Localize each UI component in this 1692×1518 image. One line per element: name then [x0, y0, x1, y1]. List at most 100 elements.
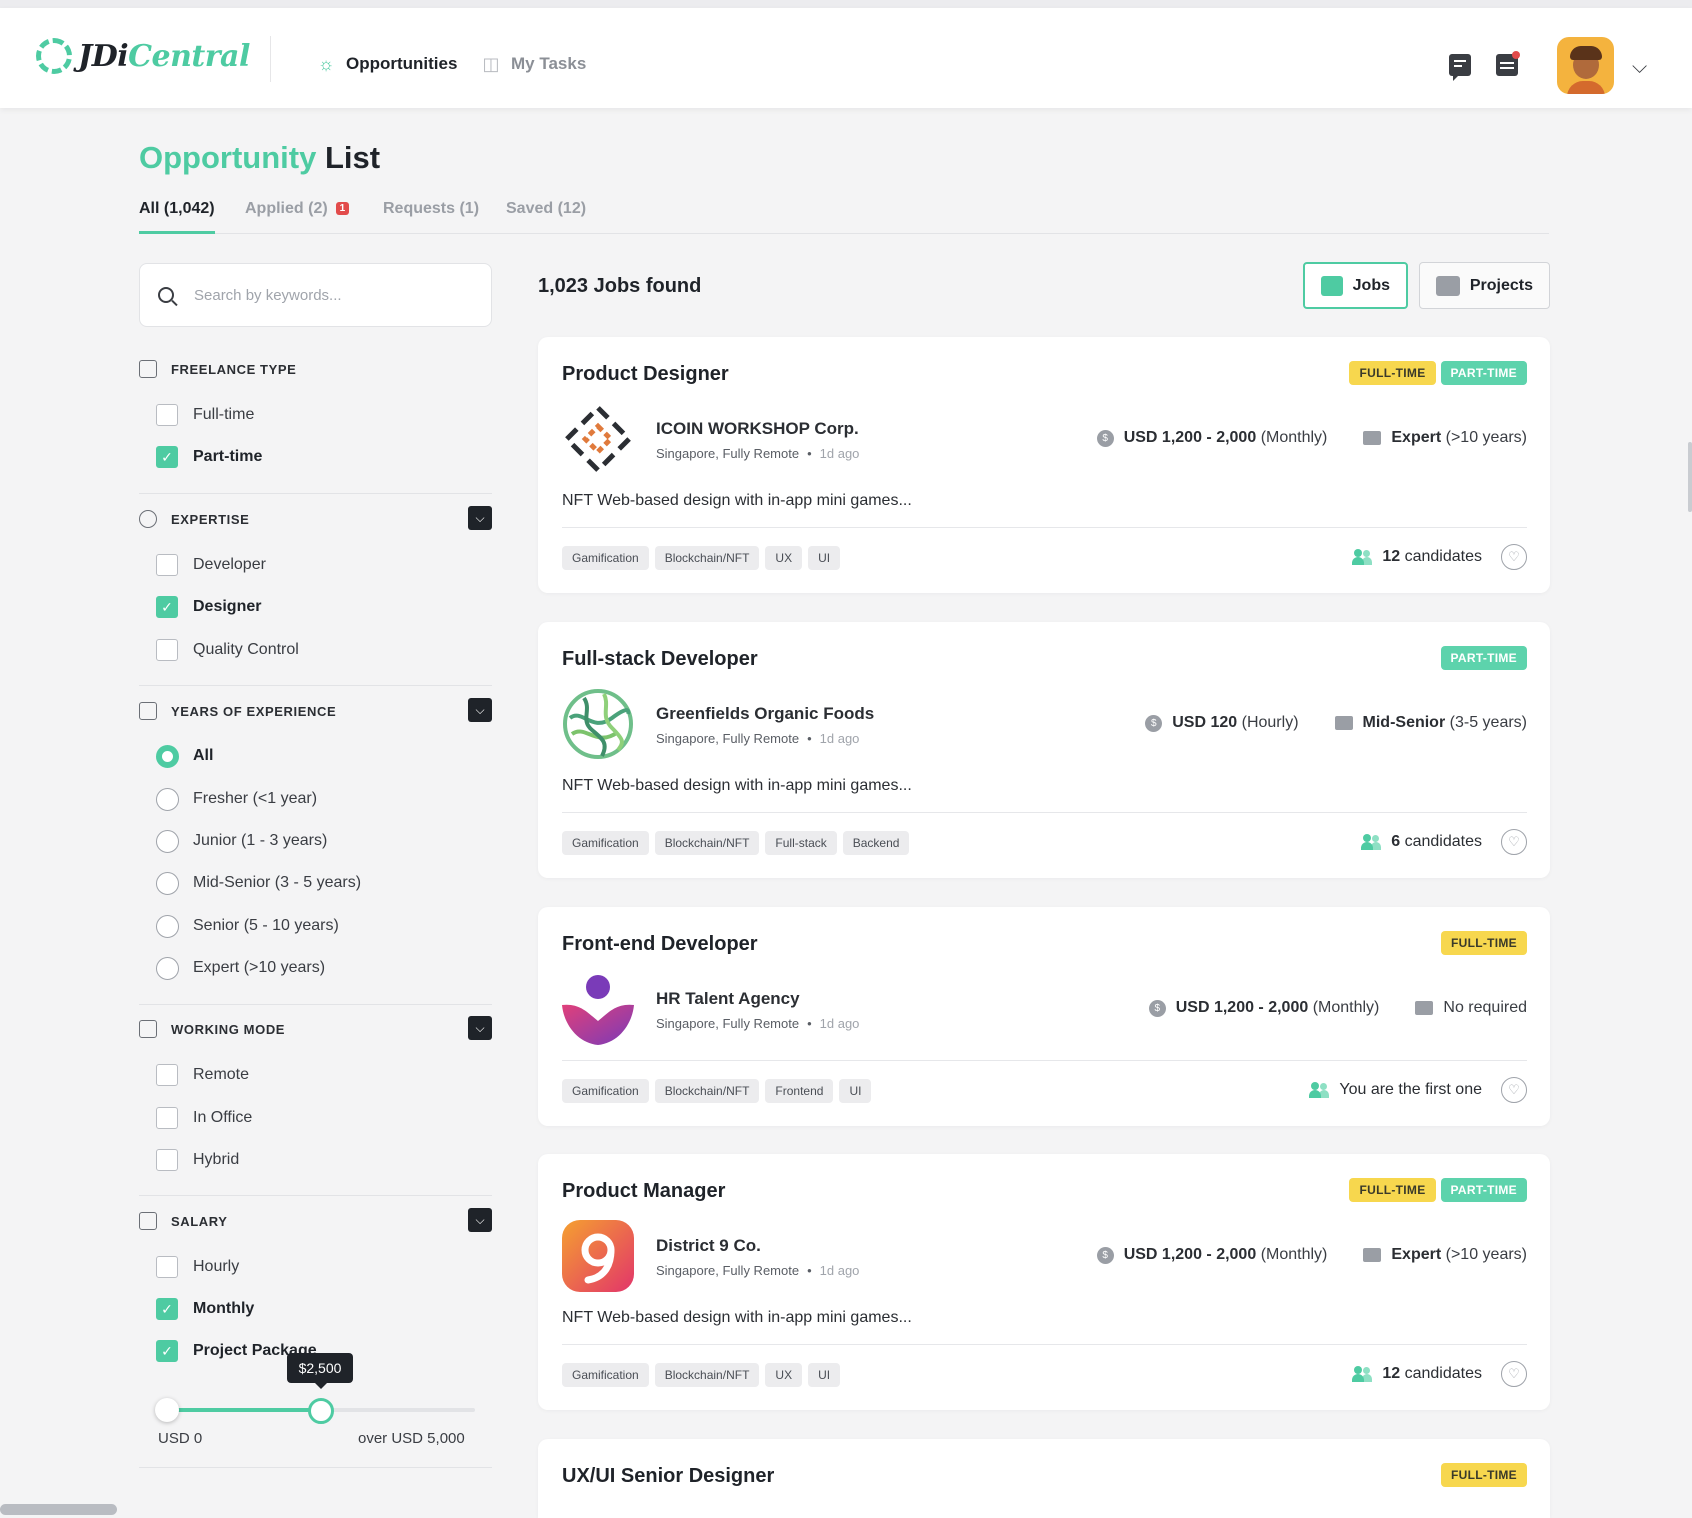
radio[interactable]	[156, 956, 179, 980]
skill-tag[interactable]: UI	[808, 546, 841, 570]
filter-developer[interactable]: Developer	[156, 554, 266, 576]
checkbox-checked[interactable]: ✓	[156, 1340, 178, 1362]
radio[interactable]	[156, 914, 179, 938]
filter-remote[interactable]: Remote	[156, 1064, 249, 1086]
skill-tag[interactable]: UX	[765, 1363, 803, 1387]
exp-expert[interactable]: Expert (>10 years)	[156, 956, 326, 980]
chevron-down-icon[interactable]: ⌵	[1632, 56, 1647, 79]
option-label: Expert (>10 years)	[193, 959, 326, 976]
job-title[interactable]: Product Manager	[562, 1180, 725, 1203]
skill-tag[interactable]: Backend	[842, 831, 910, 855]
job-card[interactable]: Full-stack Developer PART-TIME Greenfiel…	[538, 622, 1550, 878]
company-name[interactable]: HR Talent Agency	[656, 989, 800, 1009]
company-name[interactable]: District 9 Co.	[656, 1236, 761, 1256]
job-title[interactable]: Front-end Developer	[562, 933, 758, 956]
skill-tag[interactable]: UX	[765, 546, 803, 570]
filter-hourly[interactable]: Hourly	[156, 1256, 239, 1278]
skill-tag[interactable]: UI	[808, 1363, 841, 1387]
user-avatar[interactable]	[1557, 37, 1614, 94]
tab-saved[interactable]: Saved (12)	[506, 200, 586, 218]
job-title[interactable]: Product Designer	[562, 363, 729, 386]
checkbox-checked[interactable]: ✓	[156, 596, 178, 618]
checkbox[interactable]	[156, 1064, 178, 1086]
job-card[interactable]: Product Designer FULL-TIME PART-TIME ICO…	[538, 337, 1550, 593]
job-info: $ USD 1,200 - 2,000 (Monthly) Expert (>10…	[1096, 429, 1527, 447]
checkbox[interactable]	[156, 1149, 178, 1171]
nav-my-tasks[interactable]: ◫ My Tasks	[481, 54, 586, 74]
job-card[interactable]: Product Manager FULL-TIME PART-TIME Dist…	[538, 1154, 1550, 1410]
heart-icon[interactable]: ♡	[1501, 1077, 1527, 1103]
skill-tag[interactable]: UI	[839, 1079, 872, 1103]
skill-tag[interactable]: Blockchain/NFT	[654, 546, 760, 570]
collapse-working-mode-button[interactable]: ⌵	[468, 1016, 492, 1040]
heart-icon[interactable]: ♡	[1501, 544, 1527, 570]
exp-senior[interactable]: Senior (5 - 10 years)	[156, 914, 339, 938]
job-title[interactable]: UX/UI Senior Designer	[562, 1465, 774, 1488]
filter-full-time[interactable]: Full-time	[156, 404, 254, 426]
filter-hybrid[interactable]: Hybrid	[156, 1149, 239, 1171]
company-name[interactable]: Greenfields Organic Foods	[656, 704, 874, 724]
checkbox[interactable]	[156, 554, 178, 576]
tab-applied[interactable]: Applied (2) 1	[245, 200, 350, 218]
job-card[interactable]: Front-end Developer FULL-TIME HR Talent …	[538, 907, 1550, 1126]
exp-all[interactable]: All	[156, 744, 213, 768]
view-jobs-button[interactable]: Jobs	[1303, 262, 1408, 309]
filter-in-office[interactable]: In Office	[156, 1107, 252, 1129]
heart-icon[interactable]: ♡	[1501, 1361, 1527, 1387]
radio[interactable]	[156, 829, 179, 853]
skill-tag[interactable]: Blockchain/NFT	[654, 1363, 760, 1387]
salary-slider-fill	[166, 1408, 321, 1412]
skill-tag[interactable]: Gamification	[562, 1363, 649, 1387]
tab-requests[interactable]: Requests (1)	[383, 200, 479, 218]
vertical-scrollbar[interactable]	[1688, 442, 1692, 512]
search-input[interactable]	[194, 286, 474, 304]
skill-tag[interactable]: Blockchain/NFT	[654, 1079, 760, 1103]
heart-icon[interactable]: ♡	[1501, 829, 1527, 855]
radio[interactable]	[156, 787, 179, 811]
skill-tag[interactable]: Blockchain/NFT	[654, 831, 760, 855]
chat-icon[interactable]	[1449, 54, 1471, 81]
view-projects-button[interactable]: Projects	[1419, 262, 1550, 309]
job-type-badges: FULL-TIME	[1440, 931, 1527, 955]
skill-tag[interactable]: Gamification	[562, 1079, 649, 1103]
salary-slider-max-handle[interactable]	[308, 1398, 334, 1424]
skill-tag[interactable]: Full-stack	[765, 831, 837, 855]
nav-opportunities[interactable]: ☼ Opportunities	[316, 54, 458, 74]
skill-tag[interactable]: Gamification	[562, 546, 649, 570]
collapse-expertise-button[interactable]: ⌵	[468, 506, 492, 530]
job-card[interactable]: UX/UI Senior Designer FULL-TIME	[538, 1439, 1550, 1518]
skill-tag[interactable]: Gamification	[562, 831, 649, 855]
expertise-title: EXPERTISE	[171, 511, 250, 527]
filter-monthly[interactable]: ✓ Monthly	[156, 1298, 254, 1320]
checkbox[interactable]	[156, 1256, 178, 1278]
salary-unit: (Monthly)	[1260, 1246, 1328, 1263]
checkbox-checked[interactable]: ✓	[156, 1298, 178, 1320]
radio[interactable]	[156, 871, 179, 895]
job-location: Singapore, Fully Remote	[656, 731, 800, 746]
tab-all[interactable]: All (1,042)	[139, 200, 215, 234]
job-info: $ USD 1,200 - 2,000 (Monthly) Expert (>10…	[1096, 1246, 1527, 1264]
checkbox[interactable]	[156, 1107, 178, 1129]
briefcase-icon	[1363, 1248, 1382, 1262]
filter-quality-control[interactable]: Quality Control	[156, 639, 299, 661]
company-name[interactable]: ICOIN WORKSHOP Corp.	[656, 419, 859, 439]
full-time-badge: FULL-TIME	[1349, 1178, 1436, 1202]
exp-junior[interactable]: Junior (1 - 3 years)	[156, 829, 327, 853]
job-title[interactable]: Full-stack Developer	[562, 648, 758, 671]
salary-slider-min-handle[interactable]	[155, 1398, 179, 1422]
collapse-salary-button[interactable]: ⌵	[468, 1208, 492, 1232]
radio-selected[interactable]	[156, 744, 179, 768]
skill-tag[interactable]: Frontend	[765, 1079, 834, 1103]
jdi-central-logo[interactable]: JDiCentral	[36, 38, 250, 74]
exp-mid-senior[interactable]: Mid-Senior (3 - 5 years)	[156, 871, 361, 895]
briefcase-icon	[1415, 1001, 1434, 1015]
checkbox[interactable]	[156, 639, 178, 661]
greenfields-logo	[563, 689, 633, 759]
filter-designer[interactable]: ✓ Designer	[156, 596, 261, 618]
exp-fresher[interactable]: Fresher (<1 year)	[156, 787, 317, 811]
horizontal-scrollbar[interactable]	[0, 1504, 117, 1515]
filter-part-time[interactable]: ✓ Part-time	[156, 446, 262, 468]
checkbox-checked[interactable]: ✓	[156, 446, 178, 468]
collapse-experience-button[interactable]: ⌵	[468, 698, 492, 722]
checkbox[interactable]	[156, 404, 178, 426]
